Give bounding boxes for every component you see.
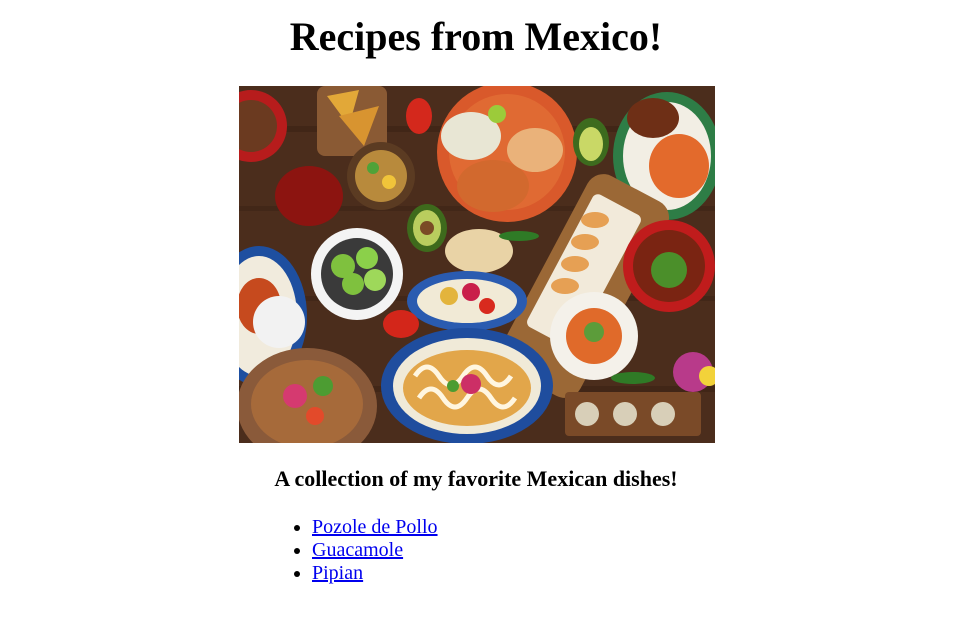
list-item: Pozole de Pollo bbox=[312, 516, 438, 539]
list-item: Pipian bbox=[312, 562, 438, 585]
page: Recipes from Mexico! A collection of my … bbox=[0, 0, 962, 632]
page-subtitle: A collection of my favorite Mexican dish… bbox=[274, 466, 678, 491]
mexican-food-photo-icon bbox=[239, 86, 715, 443]
hero-image bbox=[239, 86, 715, 443]
recipe-link-pozole[interactable]: Pozole de Pollo bbox=[312, 516, 438, 538]
list-item: Guacamole bbox=[312, 539, 438, 562]
page-title: Recipes from Mexico! bbox=[289, 14, 663, 59]
recipe-list: Pozole de Pollo Guacamole Pipian bbox=[272, 516, 438, 585]
recipe-link-pipian[interactable]: Pipian bbox=[312, 562, 363, 584]
recipe-link-guacamole[interactable]: Guacamole bbox=[312, 539, 403, 561]
